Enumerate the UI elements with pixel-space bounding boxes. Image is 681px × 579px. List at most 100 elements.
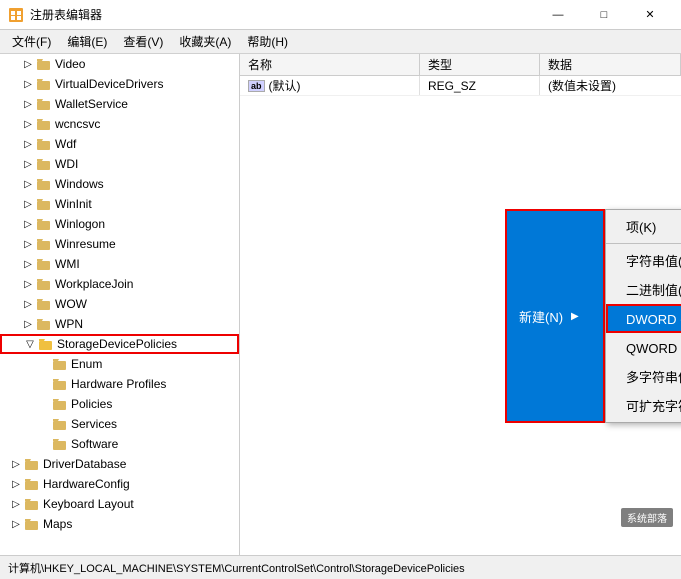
- expand-icon: [36, 436, 52, 452]
- tree-label: WDI: [55, 157, 78, 171]
- tree-label: wcncsvc: [55, 117, 100, 131]
- status-path: 计算机\HKEY_LOCAL_MACHINE\SYSTEM\CurrentCon…: [8, 560, 465, 576]
- folder-icon: [36, 257, 52, 271]
- submenu-item-multistring[interactable]: 多字符串值(M): [606, 362, 681, 391]
- new-submenu-trigger[interactable]: 新建(N) ▶: [505, 209, 605, 423]
- tree-item-hardware-profiles[interactable]: Hardware Profiles: [0, 374, 239, 394]
- expand-icon: ▷: [20, 296, 36, 312]
- tree-label: VirtualDeviceDrivers: [55, 77, 163, 91]
- tree-item-winlogon[interactable]: ▷ Winlogon: [0, 214, 239, 234]
- tree-label: Winlogon: [55, 217, 105, 231]
- tree-item-workplacejoin[interactable]: ▷ WorkplaceJoin: [0, 274, 239, 294]
- expand-icon: ▷: [20, 156, 36, 172]
- window-controls: — □ ✕: [535, 0, 673, 30]
- expand-icon: [36, 376, 52, 392]
- tree-label: WinInit: [55, 197, 92, 211]
- folder-icon: [52, 397, 68, 411]
- tree-item-storagedevicepolicies[interactable]: ▽ StorageDevicePolicies: [0, 334, 239, 354]
- tree-item-windows[interactable]: ▷ Windows: [0, 174, 239, 194]
- folder-icon: [52, 357, 68, 371]
- submenu-item-string[interactable]: 字符串值(S): [606, 246, 681, 275]
- cell-data: (数值未设置): [540, 76, 681, 95]
- tree-label: HardwareConfig: [43, 477, 130, 491]
- menu-help[interactable]: 帮助(H): [239, 31, 296, 52]
- new-label: 新建(N): [519, 307, 563, 326]
- tree-item-wininit[interactable]: ▷ WinInit: [0, 194, 239, 214]
- tree-item-wdi[interactable]: ▷ WDI: [0, 154, 239, 174]
- folder-icon: [36, 157, 52, 171]
- folder-icon: [36, 137, 52, 151]
- tree-item-driverdatabase[interactable]: ▷ DriverDatabase: [0, 454, 239, 474]
- tree-label: WorkplaceJoin: [55, 277, 133, 291]
- tree-label: Winresume: [55, 237, 116, 251]
- submenu-item-key[interactable]: 项(K): [606, 212, 681, 241]
- app-icon: [8, 7, 24, 23]
- expand-icon: ▷: [20, 196, 36, 212]
- tree-item-hardwareconfig[interactable]: ▷ HardwareConfig: [0, 474, 239, 494]
- expand-icon: ▷: [20, 116, 36, 132]
- submenu-item-expandstring[interactable]: 可扩充字符串值(E): [606, 391, 681, 420]
- tree-label: Video: [55, 57, 85, 71]
- tree-item-video[interactable]: ▷ Video: [0, 54, 239, 74]
- expand-icon: ▷: [20, 276, 36, 292]
- menu-view[interactable]: 查看(V): [115, 31, 171, 52]
- tree-item-wcncsvc[interactable]: ▷ wcncsvc: [0, 114, 239, 134]
- submenu-item-qword[interactable]: QWORD 64 位值(Q): [606, 333, 681, 362]
- menu-favorites[interactable]: 收藏夹(A): [171, 31, 239, 52]
- tree-item-walletservice[interactable]: ▷ WalletService: [0, 94, 239, 114]
- expand-icon: [36, 396, 52, 412]
- folder-icon: [36, 277, 52, 291]
- folder-icon: [24, 477, 40, 491]
- folder-icon: [24, 497, 40, 511]
- folder-icon: [36, 97, 52, 111]
- tree-label: Wdf: [55, 137, 76, 151]
- folder-icon: [24, 517, 40, 531]
- tree-label: WPN: [55, 317, 83, 331]
- expand-icon: ▷: [20, 256, 36, 272]
- expand-icon: ▷: [8, 476, 24, 492]
- main-area: ▷ Video ▷ VirtualDeviceDrivers ▷ WalletS…: [0, 54, 681, 555]
- expand-icon: ▷: [20, 316, 36, 332]
- tree-label: WalletService: [55, 97, 128, 111]
- table-row[interactable]: ab (默认) REG_SZ (数值未设置): [240, 76, 681, 96]
- ab-icon: ab: [248, 80, 265, 92]
- tree-item-enum[interactable]: Enum: [0, 354, 239, 374]
- tree-label: Enum: [71, 357, 102, 371]
- expand-icon: ▷: [20, 96, 36, 112]
- folder-icon: [36, 177, 52, 191]
- tree-label: StorageDevicePolicies: [57, 337, 177, 351]
- close-button[interactable]: ✕: [627, 0, 673, 30]
- tree-pane[interactable]: ▷ Video ▷ VirtualDeviceDrivers ▷ WalletS…: [0, 54, 240, 555]
- expand-icon: ▷: [8, 496, 24, 512]
- maximize-button[interactable]: □: [581, 0, 627, 30]
- tree-label: Software: [71, 437, 118, 451]
- tree-item-winresume[interactable]: ▷ Winresume: [0, 234, 239, 254]
- tree-item-wow[interactable]: ▷ WOW: [0, 294, 239, 314]
- tree-item-wmi[interactable]: ▷ WMI: [0, 254, 239, 274]
- folder-icon: [24, 457, 40, 471]
- submenu-item-binary[interactable]: 二进制值(B): [606, 275, 681, 304]
- tree-item-keyboard-layout[interactable]: ▷ Keyboard Layout: [0, 494, 239, 514]
- expand-icon: ▷: [20, 136, 36, 152]
- folder-icon: [52, 437, 68, 451]
- minimize-button[interactable]: —: [535, 0, 581, 30]
- folder-icon: [36, 57, 52, 71]
- submenu-item-dword[interactable]: DWORD (32 位值)(D): [606, 304, 681, 333]
- tree-item-wpn[interactable]: ▷ WPN: [0, 314, 239, 334]
- folder-icon: [36, 237, 52, 251]
- cell-name-value: (默认): [269, 77, 301, 94]
- menu-edit[interactable]: 编辑(E): [59, 31, 115, 52]
- col-name: 名称: [240, 54, 420, 75]
- status-bar: 计算机\HKEY_LOCAL_MACHINE\SYSTEM\CurrentCon…: [0, 555, 681, 579]
- expand-icon: ▷: [20, 236, 36, 252]
- tree-item-maps[interactable]: ▷ Maps: [0, 514, 239, 534]
- tree-item-policies[interactable]: Policies: [0, 394, 239, 414]
- expand-icon: ▷: [20, 76, 36, 92]
- right-pane: 名称 类型 数据 ab (默认) REG_SZ (数值未设置) 新建(N) ▶ …: [240, 54, 681, 555]
- tree-item-software[interactable]: Software: [0, 434, 239, 454]
- col-data: 数据: [540, 54, 681, 75]
- menu-file[interactable]: 文件(F): [4, 31, 59, 52]
- tree-item-wdf[interactable]: ▷ Wdf: [0, 134, 239, 154]
- tree-item-virtualdevicedrivers[interactable]: ▷ VirtualDeviceDrivers: [0, 74, 239, 94]
- tree-item-services[interactable]: Services: [0, 414, 239, 434]
